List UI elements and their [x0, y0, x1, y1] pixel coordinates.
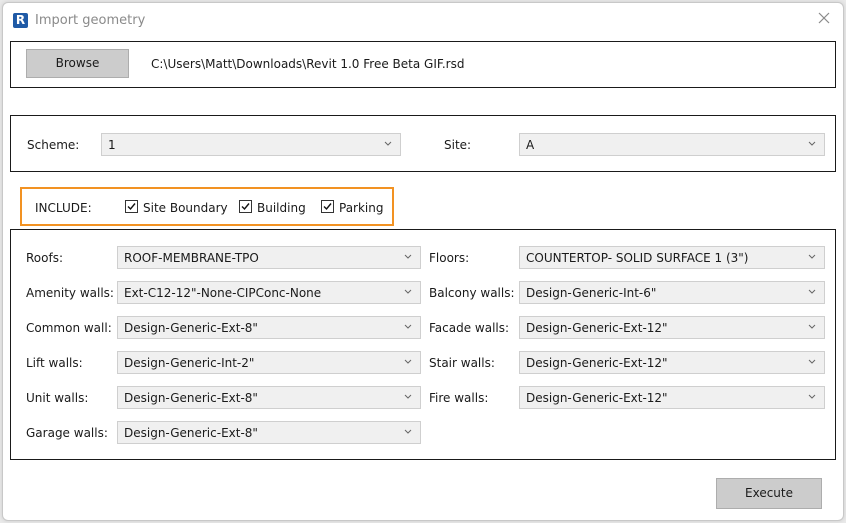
floors-dropdown[interactable]: COUNTERTOP- SOLID SURFACE 1 (3"): [519, 246, 825, 269]
roofs-dropdown[interactable]: ROOF-MEMBRANE-TPO: [117, 246, 421, 269]
balcony-walls-dropdown[interactable]: Design-Generic-Int-6": [519, 281, 825, 304]
chevron-down-icon: [808, 359, 816, 364]
unit-walls-value: Design-Generic-Ext-8": [124, 391, 258, 405]
common-wall-value: Design-Generic-Ext-8": [124, 321, 258, 335]
parking-checkbox[interactable]: [321, 200, 334, 213]
unit-walls-dropdown[interactable]: Design-Generic-Ext-8": [117, 386, 421, 409]
site-boundary-label: Site Boundary: [143, 201, 228, 215]
geometry-types-panel: Roofs: ROOF-MEMBRANE-TPO Amenity walls: …: [10, 229, 836, 460]
garage-walls-dropdown[interactable]: Design-Generic-Ext-8": [117, 421, 421, 444]
title-bar: R Import geometry: [3, 3, 843, 37]
stair-walls-value: Design-Generic-Ext-12": [526, 356, 668, 370]
checkmark-icon: [127, 203, 136, 211]
site-label: Site:: [444, 138, 472, 152]
stair-walls-dropdown[interactable]: Design-Generic-Ext-12": [519, 351, 825, 374]
chevron-down-icon: [808, 394, 816, 399]
facade-walls-label: Facade walls:: [429, 321, 510, 335]
checkmark-icon: [323, 203, 332, 211]
window-title: Import geometry: [35, 13, 146, 28]
chevron-down-icon: [808, 289, 816, 294]
common-wall-label: Common wall:: [26, 321, 112, 335]
chevron-down-icon: [808, 254, 816, 259]
revit-r-icon: R: [13, 13, 28, 28]
chevron-down-icon: [808, 324, 816, 329]
roofs-label: Roofs:: [26, 251, 64, 265]
building-label: Building: [257, 201, 306, 215]
garage-walls-label: Garage walls:: [26, 426, 108, 440]
fire-walls-value: Design-Generic-Ext-12": [526, 391, 668, 405]
lift-walls-label: Lift walls:: [26, 356, 83, 370]
roofs-value: ROOF-MEMBRANE-TPO: [124, 251, 259, 265]
site-value: A: [526, 138, 535, 152]
import-geometry-dialog: R Import geometry Browse C:\Users\Matt\D…: [2, 2, 844, 521]
common-wall-dropdown[interactable]: Design-Generic-Ext-8": [117, 316, 421, 339]
chevron-down-icon: [808, 141, 816, 146]
scheme-site-panel: Scheme: 1 Site: A: [10, 115, 836, 172]
parking-label: Parking: [339, 201, 384, 215]
chevron-down-icon: [384, 141, 392, 146]
scheme-value: 1: [108, 138, 116, 152]
building-checkbox[interactable]: [239, 200, 252, 213]
scheme-label: Scheme:: [27, 138, 80, 152]
checkmark-icon: [241, 203, 250, 211]
chevron-down-icon: [404, 254, 412, 259]
facade-walls-value: Design-Generic-Ext-12": [526, 321, 668, 335]
floors-value: COUNTERTOP- SOLID SURFACE 1 (3"): [526, 251, 749, 265]
unit-walls-label: Unit walls:: [26, 391, 89, 405]
site-boundary-checkbox[interactable]: [125, 200, 138, 213]
balcony-walls-label: Balcony walls:: [429, 286, 515, 300]
amenity-walls-label: Amenity walls:: [26, 286, 114, 300]
chevron-down-icon: [404, 289, 412, 294]
chevron-down-icon: [404, 324, 412, 329]
file-panel: Browse C:\Users\Matt\Downloads\Revit 1.0…: [10, 41, 836, 88]
floors-label: Floors:: [429, 251, 470, 265]
scheme-dropdown[interactable]: 1: [101, 133, 401, 156]
chevron-down-icon: [404, 359, 412, 364]
stair-walls-label: Stair walls:: [429, 356, 495, 370]
garage-walls-value: Design-Generic-Ext-8": [124, 426, 258, 440]
include-options: INCLUDE: Site Boundary Building Parking: [20, 187, 394, 226]
fire-walls-label: Fire walls:: [429, 391, 489, 405]
chevron-down-icon: [404, 394, 412, 399]
chevron-down-icon: [404, 429, 412, 434]
site-dropdown[interactable]: A: [519, 133, 825, 156]
fire-walls-dropdown[interactable]: Design-Generic-Ext-12": [519, 386, 825, 409]
balcony-walls-value: Design-Generic-Int-6": [526, 286, 657, 300]
lift-walls-value: Design-Generic-Int-2": [124, 356, 255, 370]
amenity-walls-dropdown[interactable]: Ext-C12-12"-None-CIPConc-None: [117, 281, 421, 304]
file-path: C:\Users\Matt\Downloads\Revit 1.0 Free B…: [151, 57, 465, 71]
close-icon[interactable]: [817, 11, 831, 25]
execute-button[interactable]: Execute: [716, 478, 822, 509]
facade-walls-dropdown[interactable]: Design-Generic-Ext-12": [519, 316, 825, 339]
amenity-walls-value: Ext-C12-12"-None-CIPConc-None: [124, 286, 322, 300]
include-label: INCLUDE:: [35, 201, 92, 215]
lift-walls-dropdown[interactable]: Design-Generic-Int-2": [117, 351, 421, 374]
browse-button[interactable]: Browse: [26, 49, 129, 78]
